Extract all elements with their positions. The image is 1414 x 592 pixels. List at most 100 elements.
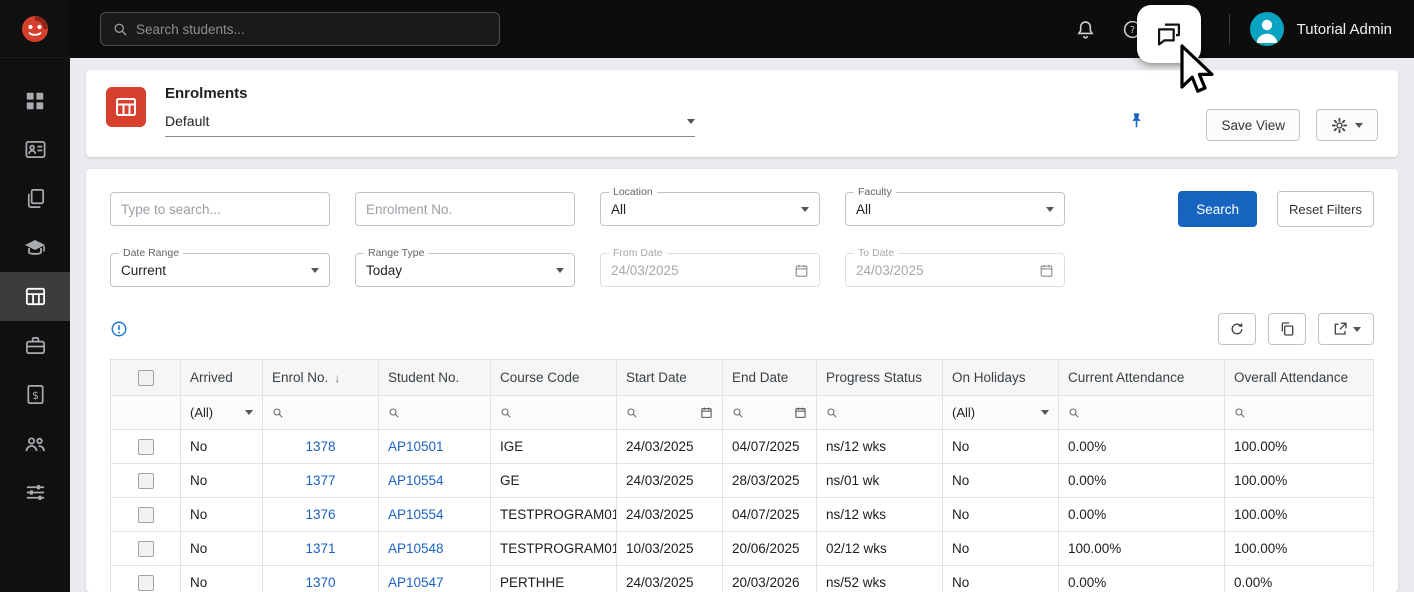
filter-overall-attendance[interactable]: [1225, 396, 1374, 430]
col-enrol-no[interactable]: Enrol No.↓: [263, 360, 379, 396]
notifications-button[interactable]: [1075, 19, 1096, 40]
row-checkbox[interactable]: [138, 439, 154, 455]
info-button[interactable]: [110, 320, 128, 338]
col-end-date[interactable]: End Date: [723, 360, 817, 396]
student-no-link[interactable]: AP10547: [388, 575, 444, 590]
page-header-card: Enrolments Default Save View: [86, 70, 1398, 157]
app-logo[interactable]: [0, 0, 70, 58]
cell-arrived: No: [181, 498, 263, 532]
enrol-no-link[interactable]: 1371: [305, 541, 335, 556]
student-no-link[interactable]: AP10548: [388, 541, 444, 556]
cell-end-date: 20/03/2026: [723, 566, 817, 592]
global-search: [100, 12, 500, 46]
sidebar-item-documents[interactable]: [0, 174, 70, 223]
refresh-button[interactable]: [1218, 313, 1256, 345]
filter-buttons: Search Reset Filters: [1178, 191, 1374, 227]
student-no-link[interactable]: AP10554: [388, 507, 444, 522]
graduation-cap-icon: [23, 236, 47, 260]
export-button[interactable]: [1318, 313, 1374, 345]
filter-current-attendance[interactable]: [1059, 396, 1225, 430]
enrol-no-link[interactable]: 1376: [305, 507, 335, 522]
sidebar-item-courses[interactable]: [0, 223, 70, 272]
header-actions: Save View: [1206, 109, 1378, 141]
cell-course-code: GE: [491, 464, 617, 498]
sidebar-item-contacts[interactable]: [0, 125, 70, 174]
avatar-person-icon: [1250, 12, 1284, 46]
filter-end-date[interactable]: [723, 396, 817, 430]
row-checkbox[interactable]: [138, 507, 154, 523]
faculty-select[interactable]: Faculty All: [845, 192, 1065, 226]
filter-arrived[interactable]: (All): [181, 396, 263, 430]
cell-on-holidays: No: [943, 464, 1059, 498]
cell-on-holidays: No: [943, 498, 1059, 532]
pin-view-button[interactable]: [1127, 111, 1146, 135]
search-icon: [113, 22, 128, 37]
sidebar-item-enrolments[interactable]: [0, 272, 70, 321]
user-name[interactable]: Tutorial Admin: [1297, 21, 1392, 38]
select-all-checkbox[interactable]: [138, 370, 154, 386]
col-arrived[interactable]: Arrived: [181, 360, 263, 396]
search-icon: [388, 407, 400, 419]
chat-button-highlighted[interactable]: [1137, 5, 1201, 63]
enrol-no-link[interactable]: 1377: [305, 473, 335, 488]
sidebar-item-services[interactable]: [0, 321, 70, 370]
cell-current-attendance: 0.00%: [1059, 566, 1225, 592]
main-area: ? Tutorial Admin: [70, 0, 1414, 592]
grid-toolbar: [110, 313, 1374, 345]
copy-grid-button[interactable]: [1268, 313, 1306, 345]
cell-overall-attendance: 0.00%: [1225, 566, 1374, 592]
col-start-date[interactable]: Start Date: [617, 360, 723, 396]
filter-course-code[interactable]: [491, 396, 617, 430]
filter-on-holidays[interactable]: (All): [943, 396, 1059, 430]
enrolment-no-input[interactable]: [366, 202, 564, 217]
cell-on-holidays: No: [943, 566, 1059, 592]
sidebar-item-finance[interactable]: $: [0, 370, 70, 419]
col-overall-attendance[interactable]: Overall Attendance: [1225, 360, 1374, 396]
cell-progress-status: ns/01 wk: [817, 464, 943, 498]
col-progress-status[interactable]: Progress Status: [817, 360, 943, 396]
enrolments-grid: Arrived Enrol No.↓ Student No. Course Co…: [110, 359, 1374, 592]
student-no-link[interactable]: AP10554: [388, 473, 444, 488]
table-row: No 1377 AP10554 GE 24/03/2025 28/03/2025…: [111, 464, 1374, 498]
keyword-input[interactable]: [121, 202, 319, 217]
col-on-holidays[interactable]: On Holidays: [943, 360, 1059, 396]
row-checkbox[interactable]: [138, 575, 154, 591]
row-checkbox[interactable]: [138, 541, 154, 557]
student-no-link[interactable]: AP10501: [388, 439, 444, 454]
grid-header-row: Arrived Enrol No.↓ Student No. Course Co…: [111, 360, 1374, 396]
cell-current-attendance: 0.00%: [1059, 498, 1225, 532]
row-checkbox[interactable]: [138, 473, 154, 489]
sidebar-item-dashboard[interactable]: [0, 76, 70, 125]
filter-progress-status[interactable]: [817, 396, 943, 430]
sidebar-item-community[interactable]: [0, 419, 70, 468]
search-button[interactable]: Search: [1178, 191, 1257, 227]
location-select[interactable]: Location All: [600, 192, 820, 226]
range-type-select[interactable]: Range Type Today: [355, 253, 575, 287]
avatar[interactable]: [1250, 12, 1284, 46]
cell-course-code: TESTPROGRAM01: [491, 532, 617, 566]
filter-start-date[interactable]: [617, 396, 723, 430]
view-selector[interactable]: Default: [165, 113, 695, 137]
col-current-attendance[interactable]: Current Attendance: [1059, 360, 1225, 396]
view-settings-button[interactable]: [1316, 109, 1378, 141]
reset-filters-button[interactable]: Reset Filters: [1277, 191, 1374, 227]
global-search-input[interactable]: [136, 22, 487, 37]
briefcase-icon: [24, 334, 47, 357]
cell-start-date: 24/03/2025: [617, 498, 723, 532]
search-icon: [1068, 407, 1080, 419]
filter-student-no[interactable]: [379, 396, 491, 430]
date-range-select[interactable]: Date Range Current: [110, 253, 330, 287]
info-icon: [110, 320, 128, 338]
sidebar-item-settings[interactable]: [0, 468, 70, 517]
filter-enrol-no[interactable]: [263, 396, 379, 430]
app-root: $: [0, 0, 1414, 592]
enrol-no-link[interactable]: 1370: [305, 575, 335, 590]
save-view-button[interactable]: Save View: [1206, 109, 1300, 141]
sidebar: $: [0, 0, 70, 592]
cell-start-date: 24/03/2025: [617, 430, 723, 464]
col-course-code[interactable]: Course Code: [491, 360, 617, 396]
enrol-no-link[interactable]: 1378: [305, 439, 335, 454]
refresh-icon: [1229, 321, 1245, 337]
col-student-no[interactable]: Student No.: [379, 360, 491, 396]
table-row: No 1376 AP10554 TESTPROGRAM01 24/03/2025…: [111, 498, 1374, 532]
